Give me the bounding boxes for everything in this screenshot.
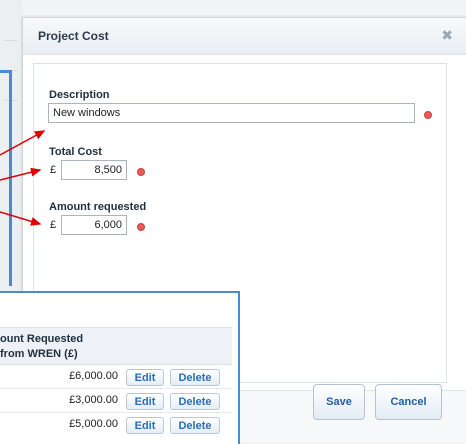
row-amount: £3,000.00 (69, 394, 118, 406)
edit-button[interactable]: Edit (126, 393, 164, 410)
table-row: £5,000.00 Edit Delete (0, 414, 232, 436)
arrow-to-description (0, 130, 46, 156)
arrow-to-total-cost (0, 167, 42, 181)
delete-button[interactable]: Delete (170, 393, 220, 410)
delete-button[interactable]: Delete (170, 369, 220, 386)
table-header-line1: ount Requested (0, 333, 84, 345)
table-header: ount Requested from WREN (£) (0, 327, 232, 365)
row-amount: £6,000.00 (69, 370, 118, 382)
table-row: £3,000.00 Edit Delete (0, 390, 232, 413)
table-header-line2: from WREN (£) (0, 348, 78, 360)
table-row: £6,000.00 Edit Delete (0, 366, 232, 389)
edit-button[interactable]: Edit (126, 417, 164, 434)
row-amount: £5,000.00 (69, 418, 118, 430)
delete-button[interactable]: Delete (170, 417, 220, 434)
edit-button[interactable]: Edit (126, 369, 164, 386)
amount-requested-table: ount Requested from WREN (£) £6,000.00 E… (0, 291, 240, 444)
arrow-to-amount-requested (0, 211, 42, 226)
